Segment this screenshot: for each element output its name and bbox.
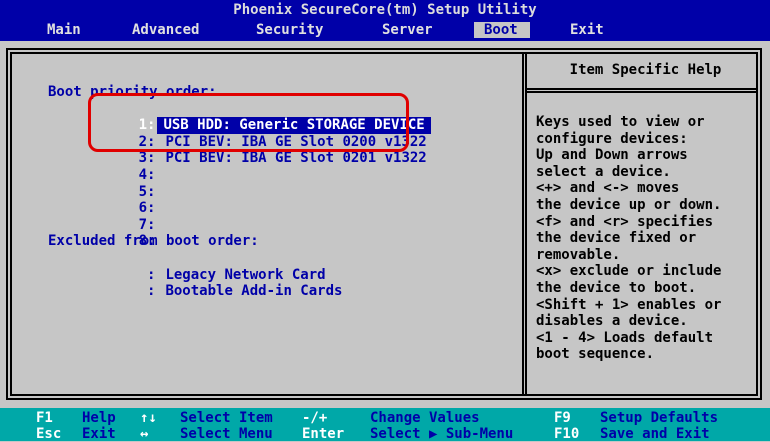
key-f9: F9	[554, 410, 571, 426]
change-values-label: Change Values	[370, 410, 480, 426]
menu-advanced[interactable]: Advanced	[132, 22, 199, 38]
updown-arrows-icon: ↑↓	[140, 410, 157, 426]
key-f1: F1	[36, 410, 53, 426]
select-item-label: Select Item	[180, 410, 273, 426]
key-esc: Esc	[36, 426, 62, 442]
boot-entry-8[interactable]: 8:	[48, 217, 431, 249]
menu-exit[interactable]: Exit	[570, 22, 604, 38]
excluded-entry-1[interactable]: : Legacy Network Card	[48, 250, 431, 283]
panel-divider	[522, 54, 527, 394]
menu-bar: Main Advanced Security Server Boot Exit	[0, 20, 770, 41]
footer-leftright: ↔	[140, 426, 148, 442]
footer-setup-defaults: Setup Defaults	[600, 410, 718, 426]
menu-boot[interactable]: Boot	[474, 22, 530, 38]
menu-security[interactable]: Security	[256, 22, 323, 38]
excluded-entry-2[interactable]: : Bootable Add-in Cards	[48, 267, 431, 299]
menu-server[interactable]: Server	[382, 22, 433, 38]
footer-f10: F10	[554, 426, 579, 442]
footer-exit: Exit	[82, 426, 116, 442]
footer-f1: F1	[36, 410, 53, 426]
footer-save-exit: Save and Exit	[600, 426, 710, 442]
help-separator	[526, 88, 756, 93]
footer-select-item: Select Item	[180, 410, 273, 426]
excluded-entry-device: Bootable Add-in Cards	[165, 283, 343, 300]
footer-f9: F9	[554, 410, 571, 426]
footer-enter: Enter	[302, 426, 344, 442]
footer-sub-menu: Select ▶ Sub-Menu	[370, 426, 513, 442]
excluded-entry-marker: :	[147, 283, 156, 300]
key-f10: F10	[554, 426, 580, 442]
boot-entry-6[interactable]: 6:	[48, 184, 431, 216]
help-title: Item Specific Help	[569, 62, 722, 78]
setup-defaults-label: Setup Defaults	[600, 410, 719, 426]
key-help-label: Help	[82, 410, 116, 426]
boot-entry-4[interactable]: 4:	[48, 150, 431, 183]
save-exit-label: Save and Exit	[600, 426, 710, 442]
boot-entry-7[interactable]: 7:	[48, 200, 431, 233]
menu-main[interactable]: Main	[47, 22, 81, 38]
annotation-highlight-box	[88, 93, 409, 152]
footer-updown: ↑↓	[140, 410, 157, 426]
boot-entry-5[interactable]: 5:	[48, 167, 431, 200]
footer-help: Help	[82, 410, 116, 426]
key-minusplus: -/+	[302, 410, 328, 426]
select-menu-label: Select Menu	[180, 426, 273, 442]
leftright-arrows-icon: ↔	[140, 426, 149, 442]
footer-select-menu: Select Menu	[180, 426, 273, 442]
exit-label: Exit	[82, 426, 116, 442]
help-text: Keys used to view or configure devices: …	[536, 114, 722, 363]
excluded-header: Excluded from boot order:	[48, 233, 259, 250]
window-title: Phoenix SecureCore(tm) Setup Utility	[0, 0, 770, 20]
key-enter: Enter	[302, 426, 345, 442]
footer-minusplus: -/+	[302, 410, 327, 426]
select-submenu-label: Select ▶ Sub-Menu	[370, 426, 514, 442]
footer-change-values: Change Values	[370, 410, 480, 426]
footer-esc: Esc	[36, 426, 61, 442]
footer-keybar: F1 Help ↑↓ Select Item -/+ Change Values…	[0, 408, 770, 442]
